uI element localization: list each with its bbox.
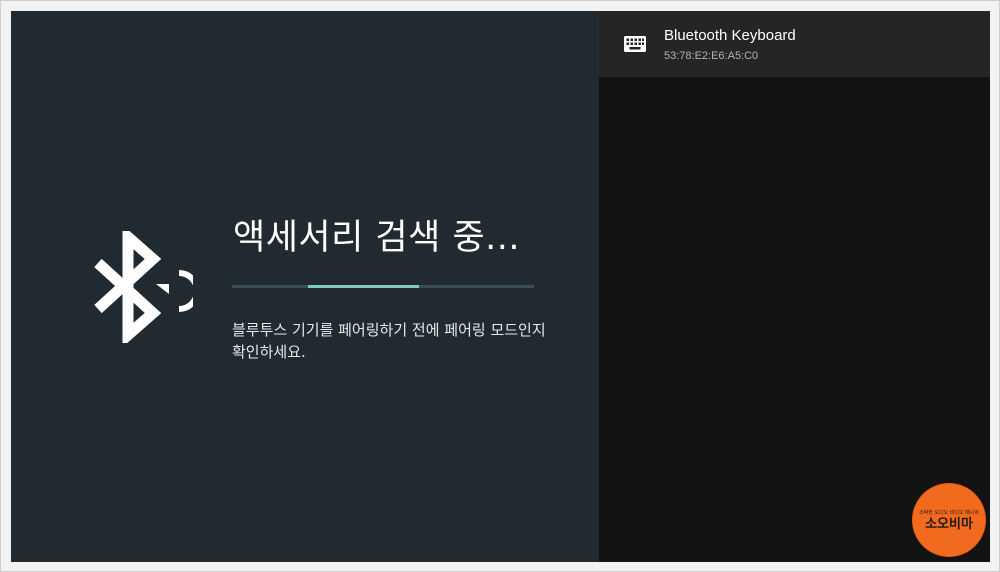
watermark-logo: 소박한 오디오 비디오 매니아 소오비마	[913, 484, 985, 556]
pairing-instructions: 블루투스 기기를 페어링하기 전에 페어링 모드인지 확인하세요.	[232, 321, 546, 361]
watermark-tagline: 소박한 오디오 비디오 매니아	[919, 510, 979, 516]
pairing-title: 액세서리 검색 중...	[233, 218, 521, 258]
bluetooth-searching-icon	[94, 231, 193, 343]
device-address: 53:78:E2:E6:A5:C0	[664, 50, 759, 62]
tv-screen: 액세서리 검색 중... 블루투스 기기를 페어링하기 전에 페어링 모드인지 …	[11, 11, 990, 562]
device-name: Bluetooth Keyboard	[664, 27, 796, 44]
device-item-bluetooth-keyboard[interactable]: Bluetooth Keyboard 53:78:E2:E6:A5:C0	[599, 11, 990, 77]
screenshot-frame: 액세서리 검색 중... 블루투스 기기를 페어링하기 전에 페어링 모드인지 …	[0, 0, 1000, 572]
device-list: Bluetooth Keyboard 53:78:E2:E6:A5:C0	[599, 11, 990, 562]
watermark-name: 소오비마	[925, 517, 973, 532]
pairing-panel: 액세서리 검색 중... 블루투스 기기를 페어링하기 전에 페어링 모드인지 …	[11, 11, 599, 562]
search-progress-fill	[307, 285, 420, 288]
search-progress-bar	[232, 285, 534, 288]
keyboard-icon	[624, 36, 646, 52]
